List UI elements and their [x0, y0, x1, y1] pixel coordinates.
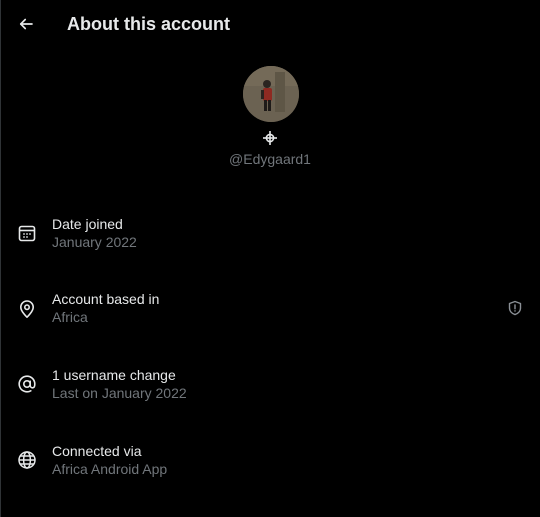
avatar-image	[243, 66, 299, 122]
detail-label: Date joined	[52, 216, 123, 232]
shield-icon[interactable]	[507, 300, 523, 316]
detail-value: Last on January 2022	[52, 385, 187, 401]
at-sign-icon	[17, 374, 37, 394]
detail-row-date-joined: Date joined January 2022	[0, 214, 540, 262]
crosshair-icon	[262, 130, 278, 146]
detail-value: January 2022	[52, 234, 137, 250]
detail-value: Africa Android App	[52, 461, 168, 477]
arrow-left-icon	[19, 18, 33, 30]
detail-row-connected-via: Connected via Africa Android App	[0, 441, 540, 489]
detail-label: Account based in	[52, 291, 160, 307]
calendar-icon	[17, 223, 37, 243]
detail-row-account-based-in: Account based in Africa	[0, 289, 540, 337]
detail-value: Africa	[52, 309, 88, 325]
avatar[interactable]	[243, 66, 299, 122]
username-handle: @Edygaard1	[229, 151, 311, 167]
detail-label: 1 username change	[52, 367, 176, 383]
back-button[interactable]	[10, 8, 42, 40]
page-title: About this account	[67, 14, 230, 34]
detail-row-username-change: 1 username change Last on January 2022	[0, 365, 540, 413]
detail-label: Connected via	[52, 443, 142, 459]
header: About this account	[0, 0, 540, 48]
location-pin-icon	[17, 299, 37, 319]
globe-icon	[17, 450, 37, 470]
